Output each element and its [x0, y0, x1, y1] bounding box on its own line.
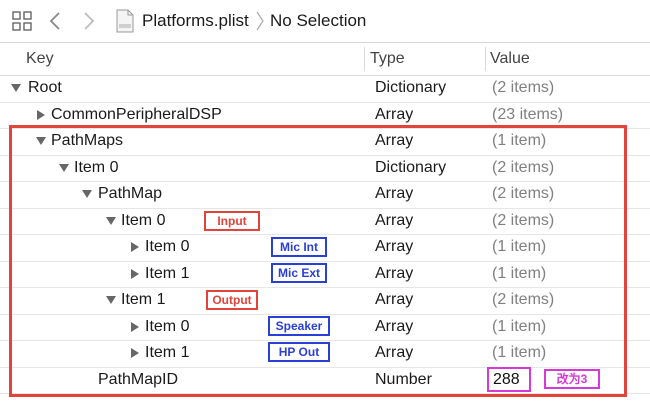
column-header-type[interactable]: Type: [370, 50, 405, 68]
row-value: (23 items): [492, 105, 564, 123]
row-key: Root: [28, 79, 62, 96]
toolbar: Platforms.plist No Selection: [0, 0, 650, 43]
column-header: Key Type Value: [0, 43, 650, 76]
breadcrumb-file[interactable]: Platforms.plist: [142, 11, 249, 31]
pathmapid-value[interactable]: 288: [493, 371, 520, 389]
row-type[interactable]: Dictionary: [375, 79, 446, 97]
forward-arrow-icon[interactable]: [82, 11, 96, 31]
disclosure-closed-icon[interactable]: [35, 109, 47, 121]
breadcrumb-selection[interactable]: No Selection: [270, 11, 366, 31]
column-header-key[interactable]: Key: [26, 50, 54, 68]
annotation-input: Input: [204, 211, 260, 231]
breadcrumb-separator-icon: [256, 11, 264, 31]
annotation-hp-out: HP Out: [268, 342, 330, 362]
annotation-mic-ext: Mic Ext: [271, 263, 327, 283]
back-arrow-icon[interactable]: [48, 11, 62, 31]
annotation-output: Output: [206, 290, 258, 310]
annotation-speaker: Speaker: [268, 316, 330, 336]
annotation-mic-int: Mic Int: [271, 237, 327, 257]
disclosure-open-icon[interactable]: [10, 82, 22, 94]
column-divider[interactable]: [485, 47, 486, 71]
outline-row[interactable]: Root Dictionary (2 items): [0, 75, 650, 103]
annotation-change-to: 改为3: [544, 369, 600, 389]
row-type[interactable]: Array: [375, 106, 413, 124]
column-header-value[interactable]: Value: [490, 50, 530, 68]
row-value: (2 items): [492, 79, 555, 96]
column-divider[interactable]: [364, 47, 365, 71]
grid-view-icon[interactable]: [12, 11, 32, 31]
plist-file-icon: [116, 9, 134, 33]
row-key: CommonPeripheralDSP: [51, 105, 222, 123]
pathmapid-value-field[interactable]: 288: [487, 367, 531, 392]
